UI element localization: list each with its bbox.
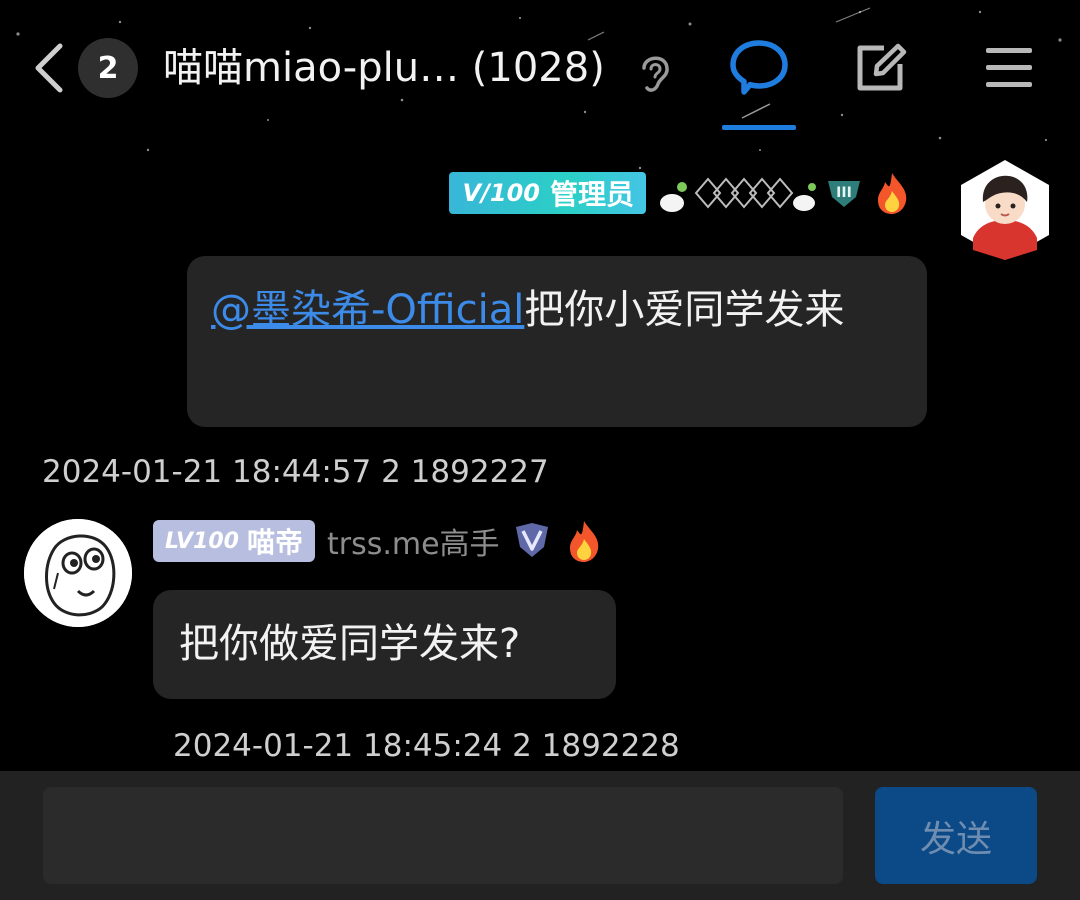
role-label: 喵帝 xyxy=(246,526,303,559)
level-badge: LV100 xyxy=(165,528,239,554)
ear-icon[interactable] xyxy=(636,50,674,98)
menu-icon xyxy=(986,48,1032,87)
send-button[interactable]: 发送 xyxy=(875,787,1037,884)
message-meta: 2024-01-21 18:45:24 2 1892228 xyxy=(173,728,680,764)
unread-count-badge: 2 xyxy=(78,38,138,98)
chevron-left-icon xyxy=(35,43,63,93)
shield-v-icon xyxy=(515,523,548,557)
message-1-sender-info: V/100 管理员 III xyxy=(448,170,912,216)
role-badge: LV100 喵帝 xyxy=(153,520,315,562)
edit-button[interactable] xyxy=(854,42,908,98)
message-input[interactable] xyxy=(43,787,843,884)
active-tab-indicator xyxy=(722,125,796,130)
message-bubble[interactable]: @墨染希-Official把你小爱同学发来 xyxy=(187,256,927,427)
menu-button[interactable] xyxy=(984,46,1034,94)
avatar[interactable] xyxy=(953,158,1057,262)
back-button[interactable] xyxy=(30,40,74,96)
chat-bubble-icon xyxy=(730,40,788,95)
rank-iii-icon: III xyxy=(828,181,860,207)
mention-link[interactable]: @墨染希-Official xyxy=(211,287,524,333)
message-bubble[interactable]: 把你做爱同学发来? xyxy=(153,590,616,699)
fire-icon xyxy=(569,521,598,562)
meme-face-avatar-icon xyxy=(24,519,132,627)
role-label: 管理员 xyxy=(549,178,634,211)
avatar[interactable] xyxy=(24,519,132,627)
chat-title[interactable]: 喵喵miao-plu… (1028) xyxy=(163,40,605,96)
sender-nickname[interactable]: trss.me高手 xyxy=(327,519,500,563)
nickname-decoration-icon[interactable] xyxy=(656,171,816,215)
fire-icon xyxy=(878,173,907,214)
svg-text:III: III xyxy=(836,185,852,201)
message-text: 把你做爱同学发来? xyxy=(179,621,521,667)
admin-badge: V/100 管理员 xyxy=(448,172,646,214)
message-2-sender-info: LV100 喵帝 trss.me高手 xyxy=(153,520,604,562)
cartoon-boy-avatar-icon xyxy=(961,160,1049,260)
level-badge: V/100 xyxy=(462,179,540,207)
message-text: 把你小爱同学发来 xyxy=(524,287,845,333)
tab-chat[interactable] xyxy=(722,36,796,130)
message-meta: 2024-01-21 18:44:57 2 1892227 xyxy=(42,454,549,490)
chat-header: 2 喵喵miao-plu… (1028) xyxy=(0,0,1080,130)
edit-icon xyxy=(857,43,907,91)
composer-bar: 发送 xyxy=(0,771,1080,900)
